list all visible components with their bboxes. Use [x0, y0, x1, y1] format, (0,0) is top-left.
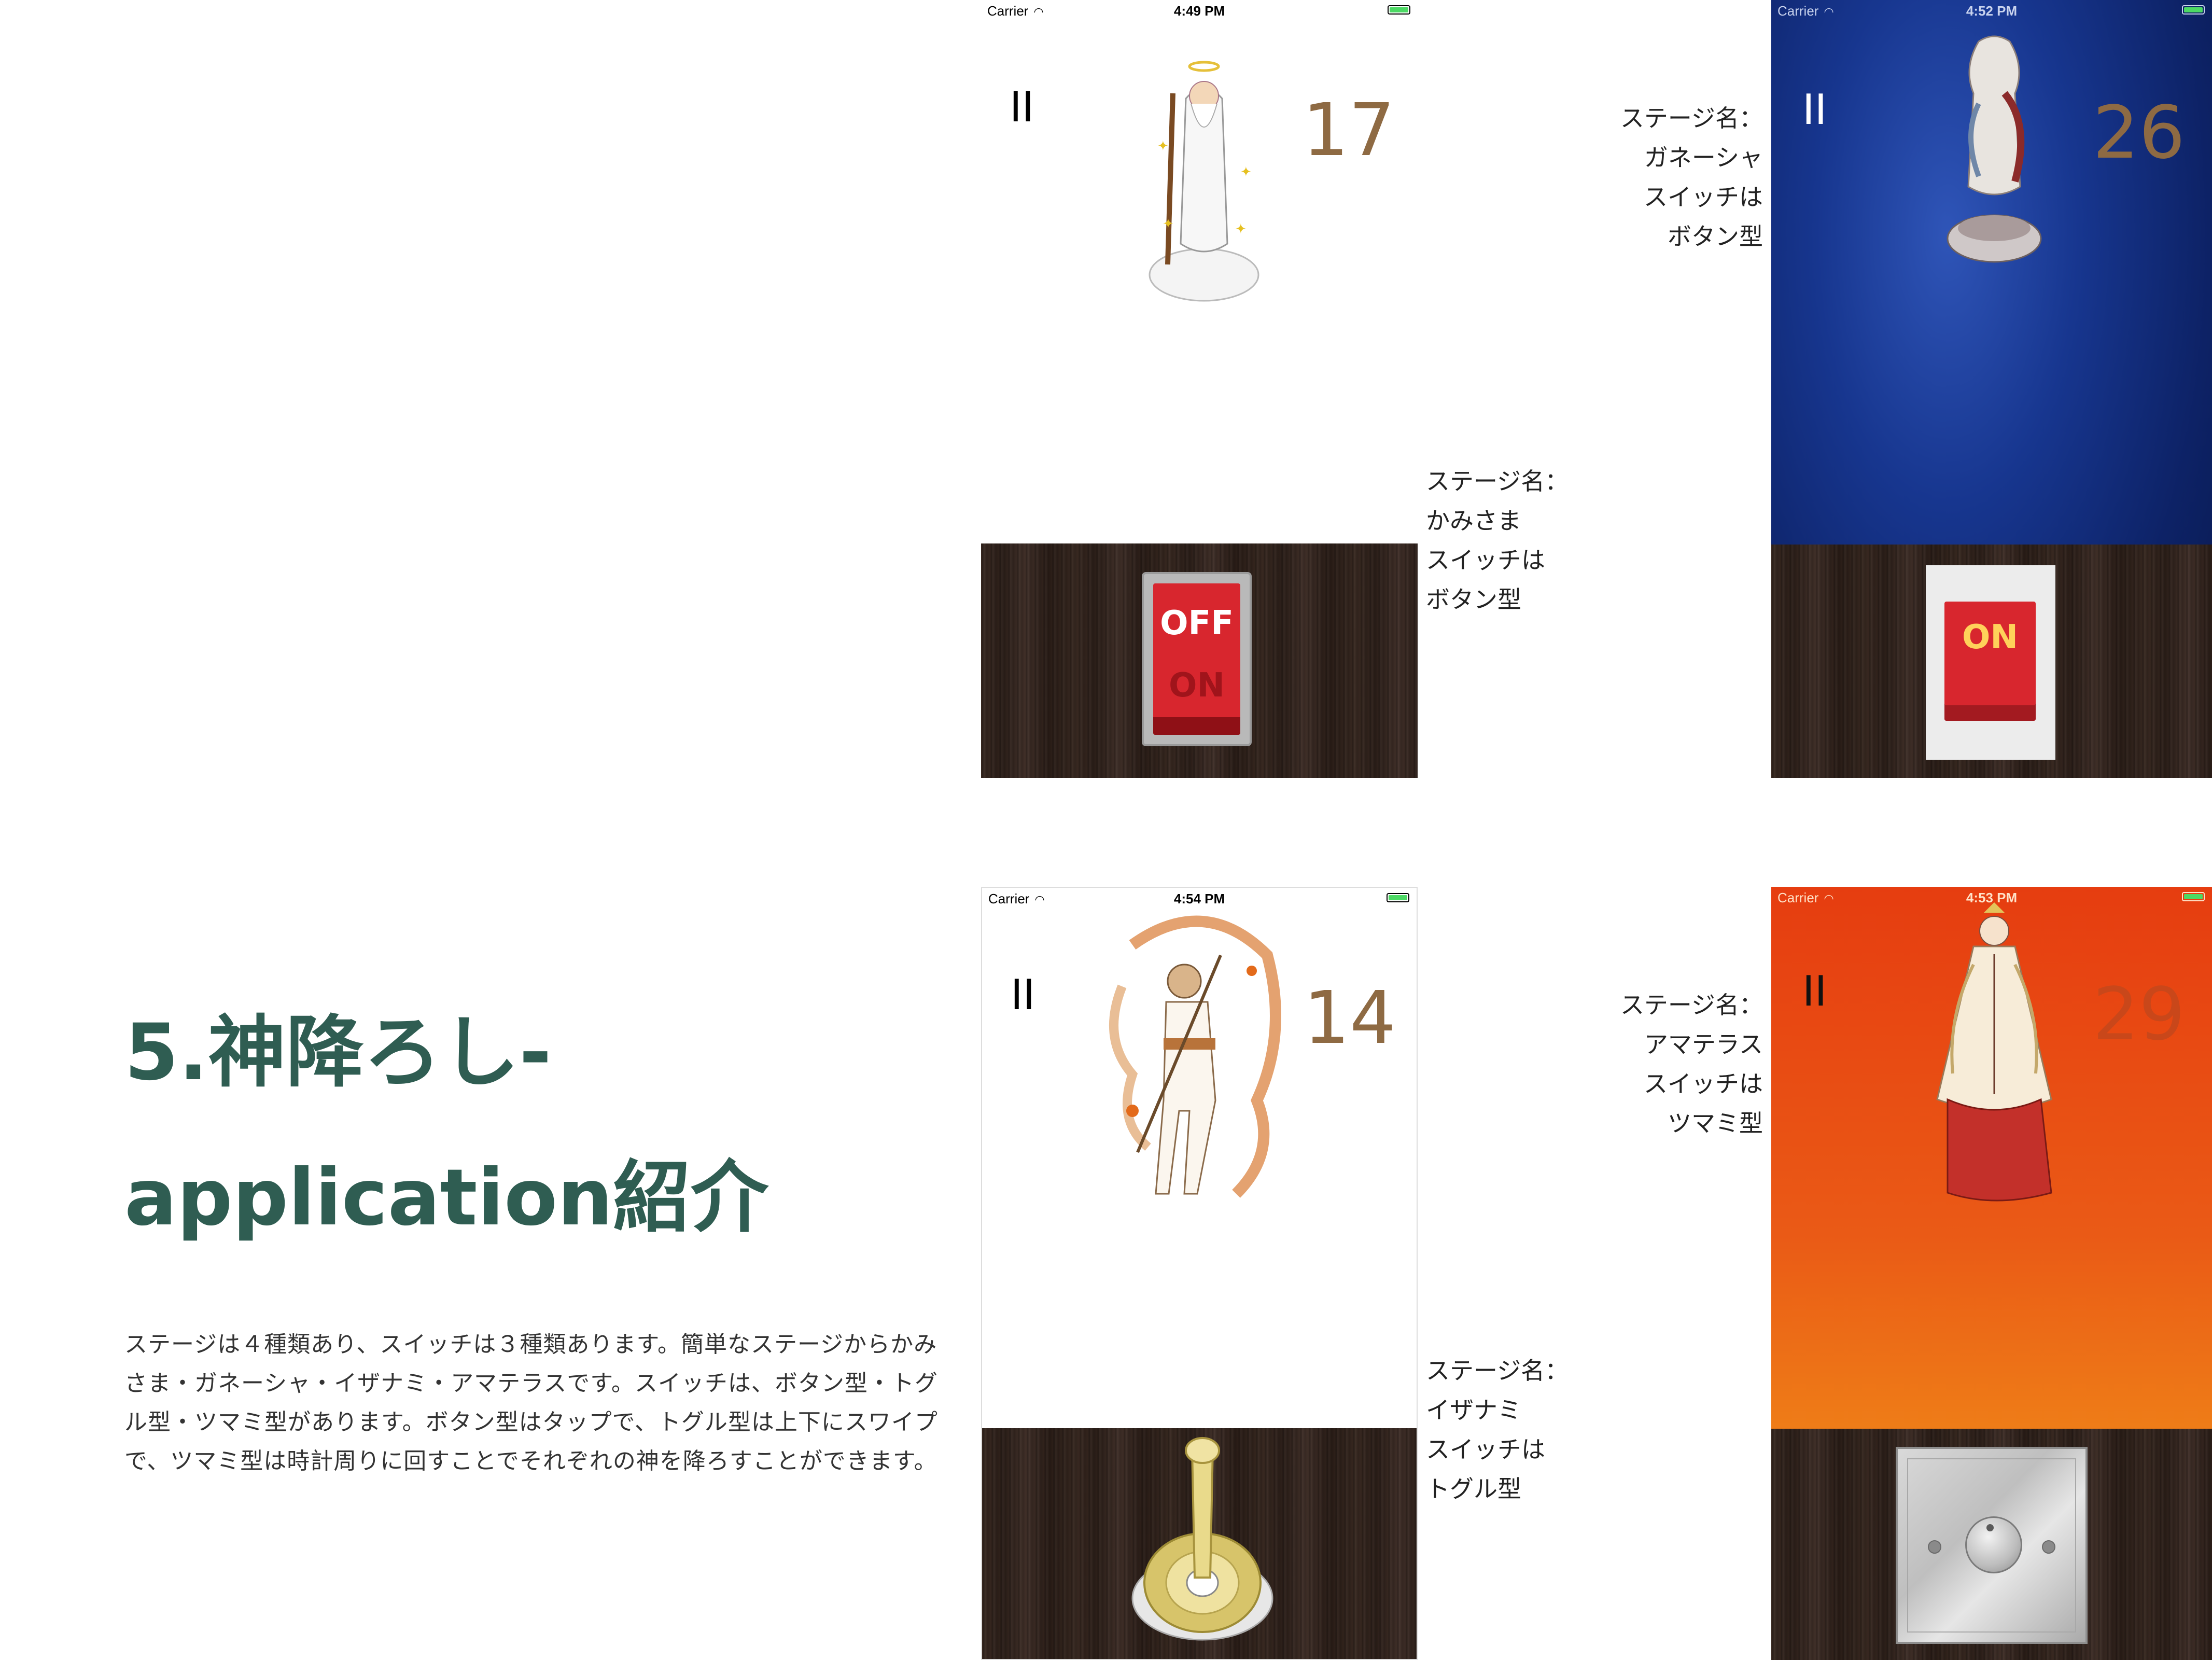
slide-title-line2: application紹介 — [124, 1153, 768, 1243]
slide-description: ステージは４種類あり、スイッチは３種類あります。簡単なステージからかみさま・ガネ… — [124, 1331, 938, 1474]
push-button-switch[interactable]: ON — [1926, 565, 2055, 760]
status-bar: Carrier ◠ 4:49 PM — [981, 0, 1418, 21]
caption-ganesha: ステージ名： ガネーシャ スイッチは ボタン型 — [1620, 104, 1763, 250]
dial-knob-icon[interactable] — [1965, 1516, 2022, 1573]
deity-kamisama-image: ✦ ✦ ✦ ✦ — [1149, 61, 1259, 302]
status-time: 4:52 PM — [1966, 3, 2018, 19]
toggle-switch-icon[interactable] — [1127, 1427, 1278, 1645]
caption-kamisama: ステージ名： かみさま スイッチは ボタン型 — [1426, 467, 1569, 613]
switch-off-label: OFF — [1160, 604, 1234, 643]
battery-icon — [1387, 893, 1409, 902]
score-counter: 14 — [1304, 976, 1396, 1061]
status-bar: Carrier ◠ 4:52 PM — [1771, 0, 2212, 21]
phone-screen-kamisama: Carrier ◠ 4:49 PM II 17 ✦ ✦ ✦ ✦ OFF ON — [981, 0, 1418, 778]
battery-icon — [1388, 5, 1410, 15]
deity-ganesha-image — [1947, 35, 2042, 263]
caption-amaterasu: ステージ名： アマテラス スイッチは ツマミ型 — [1620, 991, 1763, 1137]
screw-left — [1928, 1540, 1941, 1554]
switch-on-label: ON — [1962, 618, 2018, 657]
status-time: 4:49 PM — [1173, 3, 1225, 19]
caption-izanami: ステージ名： イザナミ スイッチは トグル型 — [1426, 1357, 1569, 1503]
pause-button[interactable]: II — [1011, 971, 1035, 1019]
pause-button[interactable]: II — [1802, 967, 1827, 1015]
score-counter: 17 — [1303, 88, 1395, 173]
deity-amaterasu-image — [1936, 902, 2052, 1202]
screw-right — [2042, 1540, 2055, 1554]
battery-icon — [2182, 892, 2205, 901]
phone-screen-izanami: Carrier ◠ 4:54 PM II 14 — [981, 887, 1418, 1660]
svg-text:✦: ✦ — [1240, 164, 1252, 180]
switch-on-label: ON — [1169, 666, 1225, 705]
svg-text:✦: ✦ — [1157, 138, 1169, 154]
rocker-switch-button[interactable]: OFF ON — [1142, 572, 1252, 746]
score-counter: 29 — [2093, 972, 2186, 1057]
pause-button[interactable]: II — [1802, 86, 1827, 134]
phone-screen-amaterasu: Carrier ◠ 4:53 PM II 29 — [1771, 887, 2212, 1660]
deity-izanami-image — [1109, 915, 1281, 1198]
score-counter: 26 — [2093, 91, 2186, 175]
svg-text:✦: ✦ — [1163, 216, 1174, 232]
dial-knob-switch[interactable] — [1896, 1447, 2088, 1644]
pause-button[interactable]: II — [1010, 83, 1034, 131]
phone-screen-ganesha: Carrier ◠ 4:52 PM II 26 ON — [1771, 0, 2212, 778]
svg-text:✦: ✦ — [1235, 221, 1247, 237]
battery-icon — [2182, 5, 2205, 15]
slide-title-line1: 5.神降ろし- — [124, 1008, 552, 1098]
